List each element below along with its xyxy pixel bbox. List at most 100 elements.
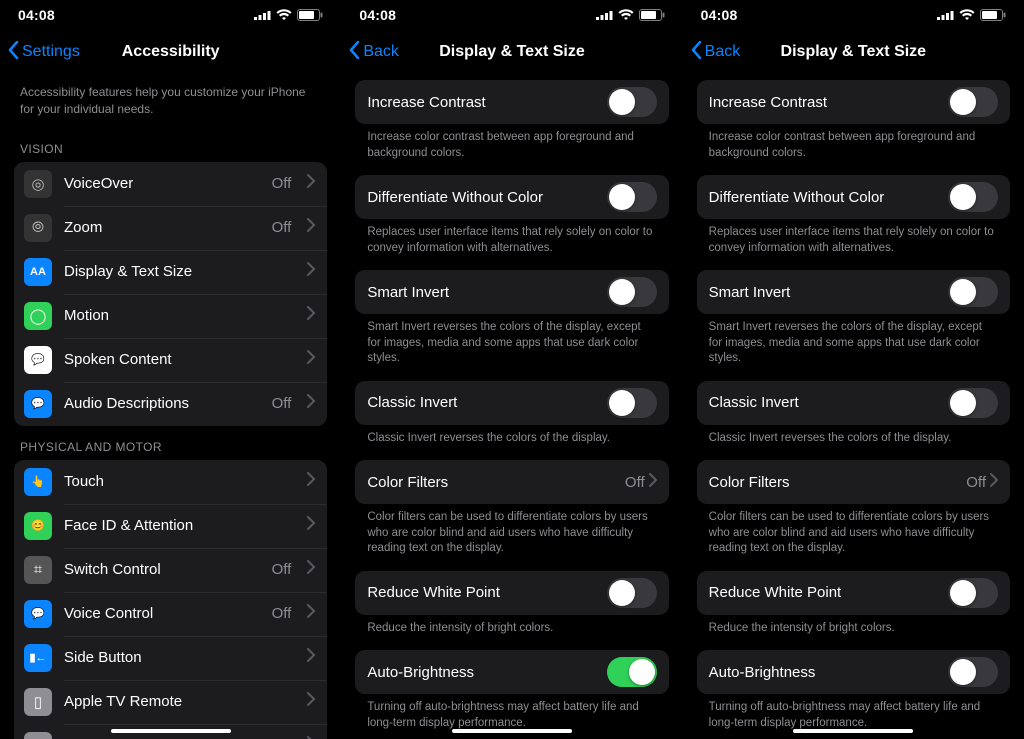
toggle[interactable]: [948, 277, 998, 307]
row-label: Touch: [64, 473, 295, 490]
row-label: Auto-Brightness: [367, 664, 606, 681]
toggle-row[interactable]: Increase Contrast: [697, 80, 1010, 124]
faceid-icon: 😊: [24, 512, 52, 540]
row-label: Face ID & Attention: [64, 517, 295, 534]
toggle-row[interactable]: Increase Contrast: [355, 80, 668, 124]
chevron-right-icon: [307, 516, 315, 535]
row-label: Smart Invert: [709, 284, 948, 301]
battery-icon: [297, 9, 323, 21]
settings-row[interactable]: 💬Spoken Content: [14, 338, 327, 382]
toggle[interactable]: [607, 578, 657, 608]
screen-display-b: 04:08 Back Display & Text Size Increase …: [683, 0, 1024, 739]
row-value: Off: [272, 395, 292, 412]
content: Accessibility features help you customiz…: [0, 74, 341, 739]
row-label: Differentiate Without Color: [367, 189, 606, 206]
content: Increase Contrast Increase color contrast…: [683, 74, 1024, 739]
toggle-row[interactable]: Differentiate Without Color: [355, 175, 668, 219]
toggle-row[interactable]: Reduce White Point: [697, 571, 1010, 615]
statusbar-right: [596, 9, 665, 21]
toggle-row[interactable]: Differentiate Without Color: [697, 175, 1010, 219]
row-label: Increase Contrast: [709, 94, 948, 111]
settings-row[interactable]: ◯ Motion: [14, 294, 327, 338]
row-label: Reduce White Point: [367, 584, 606, 601]
motion-icon: ◯: [24, 302, 52, 330]
row-caption: Classic Invert reverses the colors of th…: [697, 425, 1010, 461]
settings-row[interactable]: 👆 Touch: [14, 460, 327, 504]
row-label: Motion: [64, 307, 295, 324]
row-label: Classic Invert: [709, 394, 948, 411]
signal-icon: [254, 10, 271, 20]
row-label: Classic Invert: [367, 394, 606, 411]
toggle-row[interactable]: Color FiltersOff: [355, 460, 668, 504]
chevron-right-icon: [307, 692, 315, 711]
settings-row[interactable]: ⌗Switch ControlOff: [14, 548, 327, 592]
chevron-right-icon: [307, 472, 315, 491]
row-label: Apple TV Remote: [64, 693, 295, 710]
appletv-remote-icon: ▯: [24, 688, 52, 716]
keyboards-icon: ⌨: [24, 732, 52, 739]
chevron-right-icon: [990, 473, 998, 492]
toggle[interactable]: [607, 388, 657, 418]
spoken-content-icon: 💬: [24, 346, 52, 374]
row-label: Voice Control: [64, 605, 260, 622]
toggle-row[interactable]: Smart Invert: [355, 270, 668, 314]
row-caption: Color filters can be used to differentia…: [697, 504, 1010, 571]
row-caption: Replaces user interface items that rely …: [355, 219, 668, 270]
row-caption: Increase color contrast between app fore…: [697, 124, 1010, 175]
row-label: Reduce White Point: [709, 584, 948, 601]
row-value: Off: [625, 474, 645, 491]
row-value: Off: [272, 605, 292, 622]
touch-icon: 👆: [24, 468, 52, 496]
wifi-icon: [618, 9, 634, 21]
toggle[interactable]: [607, 182, 657, 212]
statusbar-time: 04:08: [701, 7, 738, 23]
chevron-right-icon: [307, 306, 315, 325]
toggle[interactable]: [948, 578, 998, 608]
navbar: Back Display & Text Size: [341, 30, 682, 74]
section-header-physical: PHYSICAL AND MOTOR: [14, 426, 327, 460]
navbar: Back Display & Text Size: [683, 30, 1024, 74]
settings-row[interactable]: ◎VoiceOverOff: [14, 162, 327, 206]
toggle[interactable]: [607, 657, 657, 687]
home-indicator[interactable]: [793, 729, 913, 733]
chevron-right-icon: [307, 394, 315, 413]
chevron-right-icon: [307, 174, 315, 193]
toggle-row[interactable]: Classic Invert: [355, 381, 668, 425]
audio-desc-icon: 💬: [24, 390, 52, 418]
settings-row[interactable]: ▯ Apple TV Remote: [14, 680, 327, 724]
settings-row[interactable]: 😊 Face ID & Attention: [14, 504, 327, 548]
intro-text: Accessibility features help you customiz…: [14, 74, 327, 128]
physical-list: 👆 Touch 😊 Face ID & Attention ⌗Switch Contro…: [14, 460, 327, 739]
toggle-row[interactable]: Classic Invert: [697, 381, 1010, 425]
row-value: Off: [966, 474, 986, 491]
toggle[interactable]: [948, 657, 998, 687]
settings-row[interactable]: 💬Voice ControlOff: [14, 592, 327, 636]
toggle-row[interactable]: Reduce White Point: [355, 571, 668, 615]
settings-row[interactable]: 💬Audio DescriptionsOff: [14, 382, 327, 426]
toggle[interactable]: [948, 182, 998, 212]
row-caption: Increase color contrast between app fore…: [355, 124, 668, 175]
row-label: Side Button: [64, 649, 295, 666]
toggle-row[interactable]: Color FiltersOff: [697, 460, 1010, 504]
toggle-row[interactable]: Auto-Brightness: [697, 650, 1010, 694]
toggle[interactable]: [607, 277, 657, 307]
toggle-row[interactable]: Auto-Brightness: [355, 650, 668, 694]
home-indicator[interactable]: [111, 729, 231, 733]
settings-row[interactable]: AADisplay & Text Size: [14, 250, 327, 294]
toggle[interactable]: [948, 87, 998, 117]
display-text-icon: AA: [24, 258, 52, 286]
toggle-row[interactable]: Smart Invert: [697, 270, 1010, 314]
toggle[interactable]: [948, 388, 998, 418]
vision-list: ◎VoiceOverOff⦾ZoomOffAADisplay & Text Si…: [14, 162, 327, 426]
home-indicator[interactable]: [452, 729, 572, 733]
battery-icon: [639, 9, 665, 21]
statusbar-time: 04:08: [359, 7, 396, 23]
toggle[interactable]: [607, 87, 657, 117]
side-button-icon: ▮←: [24, 644, 52, 672]
row-value: Off: [272, 175, 292, 192]
chevron-right-icon: [307, 604, 315, 623]
statusbar: 04:08: [0, 0, 341, 30]
settings-row[interactable]: ▮← Side Button: [14, 636, 327, 680]
chevron-right-icon: [307, 560, 315, 579]
settings-row[interactable]: ⦾ZoomOff: [14, 206, 327, 250]
